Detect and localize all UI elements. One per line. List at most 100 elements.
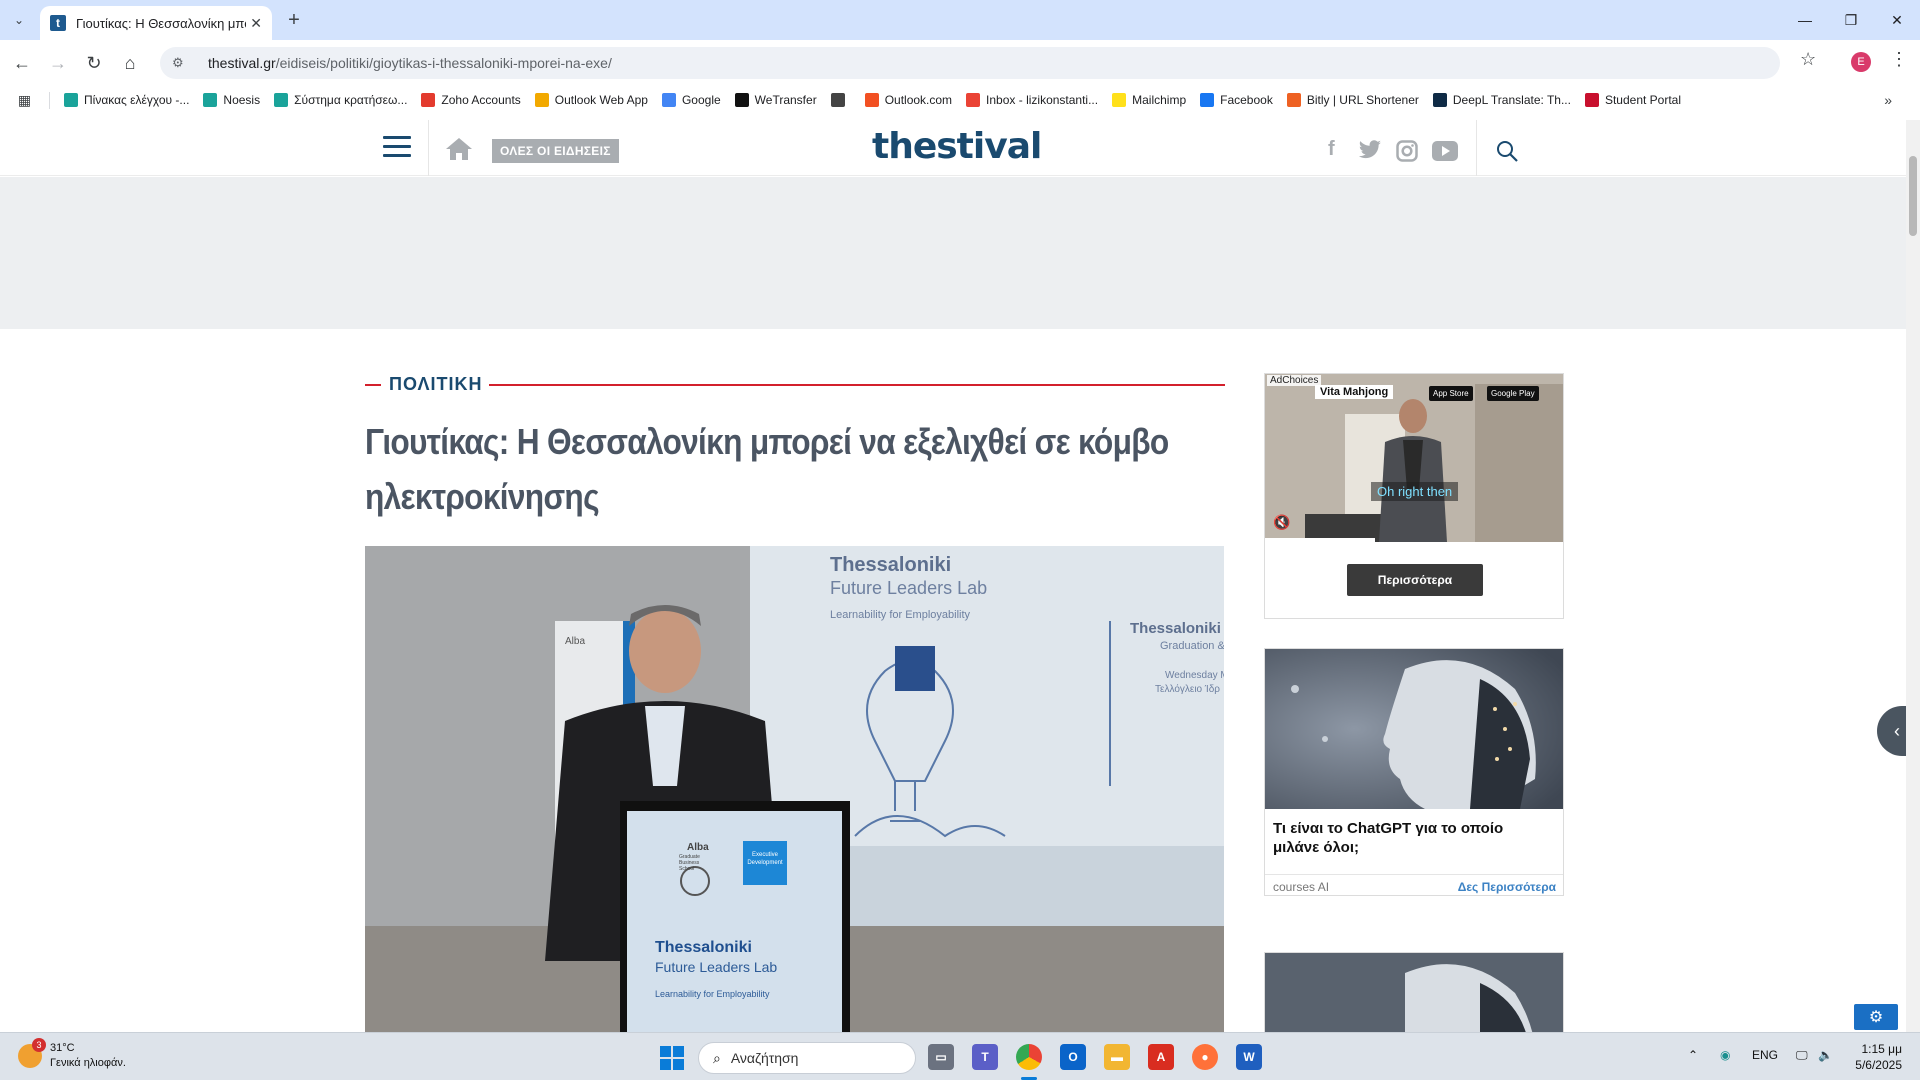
article-hero-image: Thessaloniki Future Leaders Lab Learnabi… [365,546,1224,1032]
reload-icon[interactable]: ↻ [80,49,108,77]
site-search-icon[interactable] [1496,140,1518,162]
bookmark-favicon-icon [203,93,218,107]
bookmark-star-icon[interactable]: ☆ [1800,49,1816,70]
forward-arrow-icon[interactable]: → [44,49,72,77]
bookmark-item[interactable]: Outlook Web App [534,93,648,107]
site-info-icon[interactable]: ⚙ [172,55,188,71]
header-divider [1476,120,1477,176]
bookmark-item[interactable]: Σύστημα κρατήσεω... [274,93,407,107]
bookmark-label: Πίνακας ελέγχου -... [84,93,190,107]
minimize-icon[interactable]: — [1782,6,1828,34]
hamburger-menu-icon[interactable] [383,136,411,158]
muted-speaker-icon[interactable]: 🔇 [1273,514,1290,531]
facebook-icon[interactable]: f [1328,138,1335,161]
sponsored-article-card[interactable]: Τι είναι το ChatGPT για το οποίο μιλάνε … [1264,648,1564,896]
bookmark-favicon-icon [661,93,676,107]
bookmark-item[interactable]: Google [661,93,721,107]
bookmark-label: Noesis [223,93,261,107]
category-label[interactable]: ΠΟΛΙΤΙΚΗ [389,374,483,395]
bookmark-favicon-icon [534,93,549,107]
volume-icon[interactable]: 🔈 [1818,1048,1833,1062]
network-icon[interactable]: 🖵 [1796,1048,1808,1063]
tab-search-chevron-icon[interactable]: ⌄ [8,9,30,31]
bookmark-item[interactable]: Facebook [1200,93,1273,107]
site-logo[interactable]: thestival [872,126,1042,167]
podium-tagline: Learnability for Employability [655,989,770,999]
bookmark-item[interactable]: Zoho Accounts [421,93,521,107]
new-tab-plus-icon[interactable]: + [282,8,306,32]
language-indicator[interactable]: ENG [1752,1048,1778,1062]
app-store-badge[interactable]: App Store [1429,386,1473,401]
address-bar[interactable]: ⚙ thestival.gr/eidiseis/politiki/gioytik… [160,47,1780,79]
profile-avatar[interactable]: E [1851,52,1871,72]
acrobat-icon[interactable]: A [1148,1044,1174,1070]
robot-image [1265,649,1563,809]
ad-more-button[interactable]: Περισσότερα [1347,564,1483,596]
home-icon[interactable]: ⌂ [116,49,144,77]
google-play-badge[interactable]: Google Play [1487,386,1539,401]
site-home-icon[interactable] [445,137,473,161]
ad-video[interactable]: AdChoices Vita Mahjong App Store Google … [1265,374,1563,542]
show-hidden-icons-chevron-icon[interactable]: ⌃ [1688,1048,1698,1062]
video-caption: Oh right then [1371,482,1459,501]
outlook-icon[interactable]: O [1060,1044,1086,1070]
privacy-settings-gear-icon[interactable]: ⚙ [1854,1004,1898,1030]
screen-side-sub3: Τελλόγλειο Ίδρ [1155,684,1220,695]
article-headline: Γιουτίκας: Η Θεσσαλονίκη μπορεί να εξελι… [365,421,1169,517]
file-explorer-icon[interactable]: ▬ [1104,1044,1130,1070]
bookmark-label: Outlook Web App [554,93,648,107]
browser-menu-icon[interactable]: ⋮ [1890,49,1908,70]
youtube-icon[interactable] [1432,141,1458,161]
podium-logo: Alba [687,842,709,853]
tray-app-icon[interactable]: ◉ [1720,1048,1730,1062]
bookmark-item[interactable]: Noesis [203,93,260,107]
video-ad[interactable]: AdChoices Vita Mahjong App Store Google … [1264,373,1564,619]
bookmark-item[interactable]: Πίνακας ελέγχου -... [64,93,189,107]
page-scrollbar[interactable] [1906,120,1920,1032]
site-header: ΟΛΕΣ ΟΙ ΕΙΔΗΣΕΙΣ thestival f [0,120,1906,176]
chrome-icon[interactable] [1016,1044,1042,1070]
bookmark-favicon-icon [830,93,845,107]
bookmark-item[interactable]: Inbox - lizikonstanti... [966,93,1098,107]
bookmark-item[interactable]: Mailchimp [1112,93,1186,107]
restore-icon[interactable]: ❐ [1828,6,1874,34]
weather-desc: Γενικά ηλιοφάν. [50,1057,126,1069]
adchoices-label[interactable]: AdChoices [1267,375,1322,386]
weather-widget[interactable]: 3 31°C Γενικά ηλιοφάν. [18,1038,126,1071]
sponsored-card-partial[interactable] [1264,952,1564,1032]
more-bookmarks-chevron-icon[interactable]: » [1884,92,1892,108]
twitter-icon[interactable] [1358,140,1382,160]
sun-icon: 3 [18,1038,46,1068]
firefox-icon[interactable]: ● [1192,1044,1218,1070]
windows-start-icon[interactable] [660,1046,684,1070]
bookmark-item[interactable]: DeepL Translate: Th... [1432,93,1571,107]
bookmark-item[interactable] [830,93,851,107]
see-more-link[interactable]: Δες Περισσότερα [1458,880,1556,894]
bookmark-label: Σύστημα κρατήσεω... [294,93,408,107]
bookmark-item[interactable]: Student Portal [1584,93,1681,107]
teams-icon[interactable]: T [972,1044,998,1070]
bookmark-item[interactable]: Bitly | URL Shortener [1286,93,1419,107]
instagram-icon[interactable] [1396,140,1418,162]
back-arrow-icon[interactable]: ← [8,49,36,77]
tab-close-icon[interactable]: ✕ [250,15,262,32]
scrollbar-thumb[interactable] [1909,156,1917,236]
system-clock[interactable]: 1:15 μμ 5/6/2025 [1838,1041,1902,1073]
side-drawer-chevron-icon[interactable]: ‹ [1877,706,1906,756]
taskbar-search[interactable]: ⌕ Αναζήτηση [698,1042,916,1074]
browser-toolbar: ← → ↻ ⌂ ⚙ thestival.gr/eidiseis/politiki… [0,40,1920,86]
task-view-icon[interactable]: ▭ [928,1044,954,1070]
sponsored-title[interactable]: Τι είναι το ChatGPT για το οποίο μιλάνε … [1273,819,1553,857]
bookmarks-bar: ▦ Πίνακας ελέγχου -... Noesis Σύστημα κρατ… [0,86,1920,114]
window-close-icon[interactable]: ✕ [1874,6,1920,34]
word-icon[interactable]: W [1236,1044,1262,1070]
weather-temp: 31°C [50,1042,75,1054]
active-tab[interactable]: t Γιουτίκας: Η Θεσσαλονίκη μπο... ✕ [40,6,272,40]
taskbar-search-placeholder: Αναζήτηση [730,1050,799,1066]
bookmark-item[interactable]: Outlook.com [864,93,952,107]
apps-grid-icon[interactable]: ▦ [0,91,50,109]
header-divider [428,120,429,176]
all-news-button[interactable]: ΟΛΕΣ ΟΙ ΕΙΔΗΣΕΙΣ [492,139,619,163]
bookmark-item[interactable]: WeTransfer [734,93,817,107]
url-text: thestival.gr/eidiseis/politiki/gioytikas… [208,55,612,71]
